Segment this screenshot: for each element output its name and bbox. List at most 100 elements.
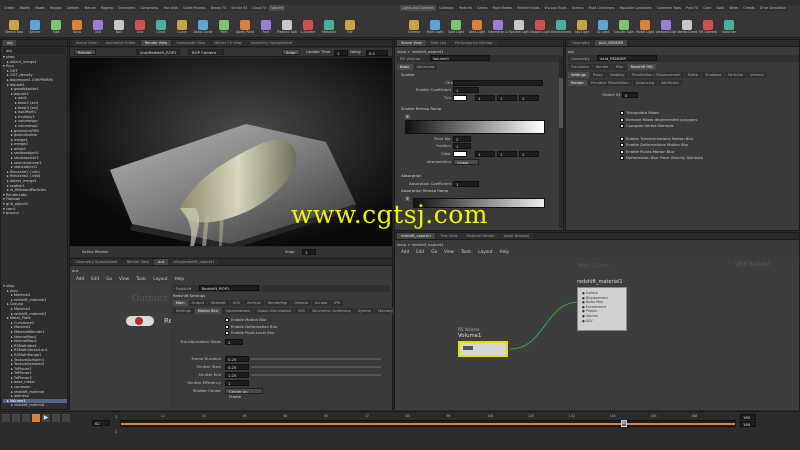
tab-take-list[interactable]: Take List — [426, 40, 451, 46]
shelf-tool-stereo-camera[interactable]: Stereo Camera — [677, 19, 697, 37]
vop-subpath[interactable]: redshift_vopnet1 — [412, 242, 444, 247]
param-tab[interactable]: Particles — [725, 72, 747, 78]
shelf-tab[interactable]: Hair Utils — [161, 5, 181, 11]
volume-scrollbar[interactable] — [559, 58, 563, 228]
param-tab[interactable]: Global Illumination — [254, 308, 294, 314]
shelf-tab[interactable]: Grains — [475, 5, 490, 11]
shelf-tool-circle[interactable]: Circle — [151, 19, 171, 37]
shelf-tool-tube[interactable]: Tube — [46, 19, 66, 37]
shelf-tab[interactable]: Oceans — [569, 5, 586, 11]
shelf-tab[interactable]: Container Tools — [654, 5, 684, 11]
ramp-color-g[interactable]: 1 — [497, 151, 517, 157]
vop-path[interactable]: shop — [397, 242, 406, 247]
shelf-tab[interactable]: Lights and Cameras — [400, 5, 436, 11]
ramp-color-r[interactable]: 1 — [475, 151, 495, 157]
param-tab[interactable]: Objects — [291, 300, 311, 306]
timeline-track[interactable]: 62 — [120, 420, 736, 427]
volume-node-name[interactable]: Volume1 — [429, 55, 490, 61]
checkbox[interactable] — [620, 136, 624, 141]
tab-animation-editor[interactable]: Animation Editor — [101, 40, 140, 46]
shelf-tab[interactable]: Simple FX — [229, 5, 250, 11]
shutter-efficiency-field[interactable]: 1 — [225, 380, 249, 386]
rop-node-name[interactable]: Redshift_ROP1 — [198, 285, 259, 291]
timeline-playhead[interactable]: 62 — [621, 420, 627, 427]
checkbox[interactable] — [620, 156, 624, 160]
checkbox-row[interactable]: Enable Point-Level Blur — [225, 330, 278, 337]
menu-item-layout[interactable]: Layout — [478, 248, 492, 256]
shelf-tool-sphere[interactable]: Sphere — [25, 19, 45, 37]
checkbox[interactable] — [620, 149, 624, 154]
camera-select[interactable]: ROP Camera — [188, 49, 224, 55]
param-tab[interactable]: Render — [568, 80, 587, 86]
tab-geometry-spreadsheet[interactable]: Geometry Spreadsheet — [72, 259, 122, 265]
shelf-tab[interactable]: Terrain FX — [208, 5, 229, 11]
shelf-tab[interactable]: Constraints — [138, 5, 161, 11]
tab-motion-fx-view[interactable]: Motion FX View — [210, 40, 246, 46]
menu-item-view[interactable]: View — [444, 248, 454, 256]
checkbox-row[interactable]: Deformation Blur From Velocity Attribute — [620, 155, 790, 162]
snap-field[interactable]: 1 — [302, 249, 316, 255]
param-tab[interactable]: RenderMgr — [264, 300, 291, 306]
go-end-icon[interactable] — [62, 414, 70, 422]
param-tab[interactable]: Archive — [244, 300, 264, 306]
menu-item-go[interactable]: Go — [431, 248, 437, 256]
shelf-tab[interactable]: Crowds — [741, 5, 757, 11]
tab-redshift-vopnet1[interactable]: redshift_vopnet1 — [397, 233, 436, 239]
tab-render-view[interactable]: Render View — [122, 259, 154, 265]
shutter-center-select[interactable]: Center on Frame — [225, 388, 263, 399]
shelf-tab[interactable]: Characters — [115, 5, 138, 11]
shelf-tool-file[interactable]: File — [340, 19, 360, 37]
param-tab[interactable]: Instancing — [632, 80, 658, 86]
tab-scene-view[interactable]: Scene View — [397, 40, 426, 46]
shelf-tab[interactable]: Fluid Containers — [586, 5, 617, 11]
shutter-end-field[interactable]: 1.25 — [225, 372, 249, 378]
shelf-tool-null[interactable]: Null — [109, 19, 129, 37]
geometry-path[interactable]: obj — [568, 48, 574, 55]
menu-item-tools[interactable]: Tools — [461, 248, 471, 256]
update-time-field[interactable]: 1 — [334, 49, 348, 56]
param-tab[interactable]: Volume — [747, 72, 767, 78]
shelf-tool-torus[interactable]: Torus — [67, 19, 87, 37]
shelf-tab[interactable]: Drive Simulation — [757, 5, 789, 11]
param-tab[interactable]: Tessellation / Displacement — [628, 72, 684, 78]
menu-item-help[interactable]: Help — [175, 275, 185, 283]
shutter-end-slider[interactable] — [251, 374, 381, 376]
shelf-tab[interactable]: Populate Containers — [617, 5, 654, 11]
param-tab[interactable]: Settings — [568, 72, 589, 78]
ramp-color-swatch[interactable] — [453, 151, 467, 157]
go-start-icon[interactable] — [2, 414, 10, 422]
shelf-tool-distant-light[interactable]: Distant Light — [530, 19, 550, 37]
tab--shop-redshift-vopnet1[interactable]: /shop/redshift_vopnet1 — [169, 259, 219, 265]
scatter-coeff-field[interactable]: 1 — [453, 87, 479, 93]
shelf-tab[interactable]: Solid — [714, 5, 727, 11]
menu-item-add[interactable]: Add — [76, 275, 84, 283]
shelf-tab[interactable]: Cloud FX — [250, 5, 269, 11]
checkbox[interactable] — [620, 111, 624, 115]
shelf-tool-curve[interactable]: Curve — [172, 19, 192, 37]
tint-r-field[interactable]: 1 — [475, 95, 495, 101]
tab-asset-browser[interactable]: Asset Browser — [499, 233, 534, 239]
tab-geometry[interactable]: Geometry — [568, 40, 594, 46]
shelf-tab[interactable]: Viscous Fluids — [542, 5, 569, 11]
point-no-field[interactable]: 2 — [453, 136, 471, 142]
param-tab[interactable]: Render — [592, 64, 612, 70]
menu-item-layout[interactable]: Layout — [153, 275, 167, 283]
tab-basic[interactable]: Basic — [397, 64, 413, 70]
shelf-tool-camera[interactable]: Camera — [404, 19, 424, 37]
step-back-icon[interactable] — [12, 414, 20, 422]
tab-out[interactable]: out — [154, 259, 169, 265]
shelf-tool-volume-light[interactable]: Volume Light — [509, 19, 529, 37]
param-tab[interactable]: Matte — [684, 72, 702, 78]
menu-item-view[interactable]: View — [119, 275, 129, 283]
tree-item[interactable]: ▸ redshift_material — [3, 403, 67, 408]
param-tab[interactable]: Redshift OBJ — [627, 64, 656, 70]
param-tab[interactable]: Transform — [568, 64, 592, 70]
shelf-tool-portal-light[interactable]: Portal Light — [635, 19, 655, 37]
shelf-tool-draw-curve[interactable]: Draw Curve — [193, 19, 213, 37]
checkbox[interactable] — [225, 324, 229, 329]
tab-composite-view[interactable]: Composite View — [172, 40, 210, 46]
menu-item-help[interactable]: Help — [500, 248, 510, 256]
transformation-steps-field[interactable]: 2 — [225, 339, 243, 345]
shelf-tool-l-system[interactable]: L-System — [298, 19, 318, 37]
tab-acid-render[interactable]: Acid_RENDER — [594, 40, 628, 46]
